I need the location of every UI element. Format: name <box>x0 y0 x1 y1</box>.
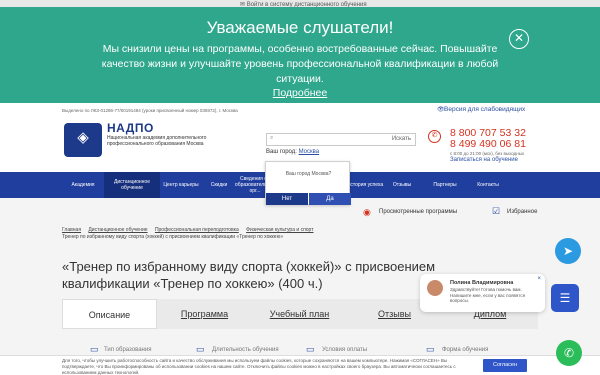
chat-popup[interactable]: Полина Владимировна Здравствуйте! Готова… <box>420 274 545 312</box>
cookie-accept-button[interactable]: Согласен <box>483 359 527 372</box>
close-icon[interactable]: × <box>537 276 541 282</box>
search-input[interactable]: ⌕ Искать <box>266 133 416 146</box>
nav-item-contacts[interactable]: Контакты <box>468 172 508 198</box>
chat-icon[interactable]: ☰ <box>551 284 579 312</box>
feature-study-form: Форма обучения <box>442 347 489 353</box>
tab-curriculum[interactable]: Учебный план <box>252 299 347 329</box>
working-hours: с 8:00 до 21:00 (мск), без выходных <box>450 151 525 156</box>
tab-description[interactable]: Описание <box>62 299 157 329</box>
city-value[interactable]: Москва <box>299 149 319 155</box>
chat-message: Здравствуйте! Готова помочь вам. Напишит… <box>450 287 526 303</box>
breadcrumb-item[interactable]: Физическая культура и спорт <box>246 227 313 233</box>
phone-icon: ✆ <box>428 130 441 143</box>
study-form-icon: ▭ <box>426 344 435 354</box>
banner-more-link[interactable]: Подробнее <box>0 87 600 99</box>
breadcrumb-item[interactable]: Главная <box>62 227 81 233</box>
nav-item-distance[interactable]: Дистанционное обучение <box>104 172 160 198</box>
breadcrumb: Главная Дистанционное обучение Профессио… <box>62 227 362 241</box>
favorite-icon: ☑ <box>492 206 501 216</box>
search-icon: ⌕ <box>270 135 274 141</box>
viewed-programs-link[interactable]: Просмотренные программы <box>379 209 457 215</box>
nav-item-success[interactable]: История успеха <box>346 172 384 198</box>
telegram-icon[interactable]: ➤ <box>555 238 581 264</box>
nav-item-career[interactable]: Центр карьеры <box>160 172 202 198</box>
banner-text: Мы снизили цены на программы, особенно в… <box>101 43 499 85</box>
breadcrumb-item[interactable]: Профессиональная переподготовка <box>155 227 239 233</box>
phone-secondary[interactable]: 8 499 490 06 81 <box>450 138 526 150</box>
search-button[interactable]: Искать <box>392 136 411 142</box>
logo[interactable]: ◈ <box>64 123 102 157</box>
brand-subtitle: Национальная академия дополнительного пр… <box>107 135 207 147</box>
breadcrumb-item[interactable]: Дистанционное обучение <box>88 227 147 233</box>
announcement-banner: Уважаемые слушатели! Мы снизили цены на … <box>0 7 600 103</box>
nav-item-partners[interactable]: Партнеры <box>424 172 466 198</box>
feature-education-type: Тип образования <box>104 347 152 353</box>
education-type-icon: ▭ <box>90 344 99 354</box>
cookie-banner: Для того, чтобы улучшить работоспособнос… <box>0 355 600 375</box>
city-question: Ваш город Москва? <box>285 171 332 177</box>
license-info: Выделено по ЛКЗ-01286-77/00191484 (уроки… <box>62 108 238 113</box>
eye-icon: ◉ <box>363 207 371 217</box>
nav-item-reviews[interactable]: Отзывы <box>384 172 420 198</box>
nav-item-discounts[interactable]: Скидки <box>202 172 236 198</box>
tab-program[interactable]: Программа <box>157 299 252 329</box>
breadcrumb-current: Тренер по избранному виду спорта (хоккей… <box>62 234 284 240</box>
whatsapp-icon[interactable]: ✆ <box>556 340 582 366</box>
nav-item-academy[interactable]: Академия <box>62 172 104 198</box>
avatar <box>427 280 443 296</box>
page-title: «Тренер по избранному виду спорта (хокке… <box>62 259 436 291</box>
city-label: Ваш город: <box>266 149 297 155</box>
feature-duration: Длительность обучения <box>212 347 279 353</box>
chat-agent-name: Полина Владимировна <box>450 280 514 286</box>
city-selector[interactable]: Ваш город: Москва <box>266 149 319 155</box>
brand-name[interactable]: НАДПО <box>107 121 154 135</box>
signup-link[interactable]: Записаться на обучение <box>450 157 518 163</box>
close-icon[interactable]: ✕ <box>509 29 529 49</box>
payment-icon: ▭ <box>306 344 315 354</box>
accessible-version-link[interactable]: Версия для слабовидящих <box>444 106 525 113</box>
city-confirm-popup: Ваш город Москва? Нет Да <box>265 161 351 205</box>
city-yes-button[interactable]: Да <box>309 193 351 205</box>
cookie-text: Для того, чтобы улучшить работоспособнос… <box>62 358 456 375</box>
duration-icon: ▭ <box>196 344 205 354</box>
favorites-link[interactable]: Избранное <box>507 209 537 215</box>
city-no-button[interactable]: Нет <box>266 193 308 205</box>
feature-payment: Условия оплаты <box>322 347 368 353</box>
